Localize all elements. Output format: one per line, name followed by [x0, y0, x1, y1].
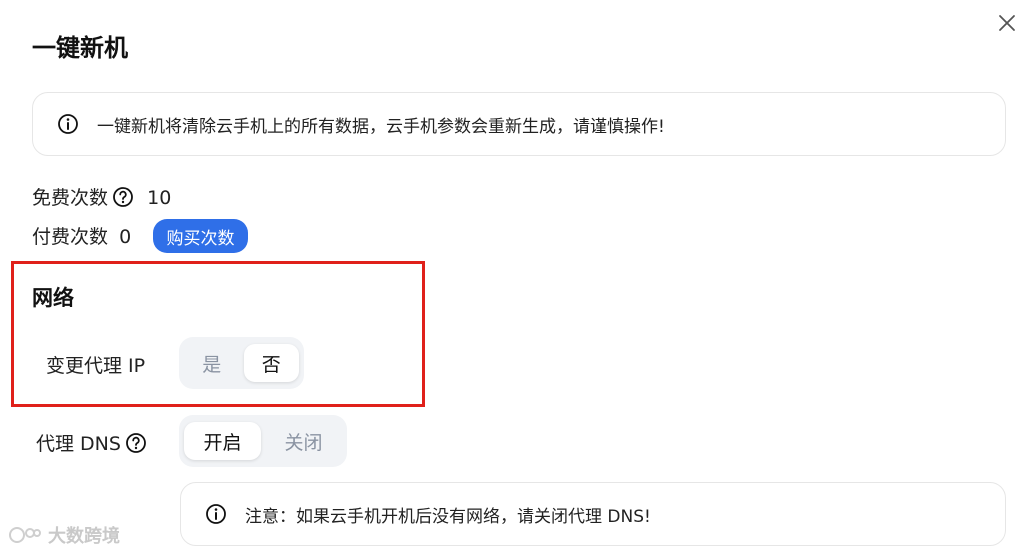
paid-count-label: 付费次数	[32, 226, 109, 248]
info-icon	[206, 504, 226, 524]
paid-count-value: 0	[119, 226, 132, 248]
dns-notice: 注意：如果云手机开机后没有网络，请关闭代理 DNS!	[180, 482, 1006, 546]
help-icon[interactable]	[125, 432, 147, 454]
close-icon[interactable]	[996, 12, 1018, 34]
proxy-ip-toggle: 是 否	[179, 337, 304, 389]
help-icon[interactable]	[112, 186, 134, 208]
proxy-ip-label: 变更代理 IP	[46, 355, 146, 377]
watermark: 大数跨境	[8, 522, 120, 548]
proxy-ip-yes-option[interactable]: 是	[184, 344, 240, 382]
proxy-dns-row: 代理 DNS	[36, 429, 147, 456]
proxy-dns-label: 代理 DNS	[36, 433, 121, 455]
watermark-text: 大数跨境	[48, 526, 120, 547]
free-count-value: 10	[147, 187, 172, 209]
free-count-row: 免费次数 10	[32, 183, 171, 210]
watermark-logo-icon	[9, 527, 41, 543]
free-count-label: 免费次数	[32, 187, 109, 209]
dialog-title: 一键新机	[32, 34, 128, 62]
paid-count-row: 付费次数 0	[32, 222, 131, 249]
proxy-dns-on-option[interactable]: 开启	[184, 422, 261, 460]
warning-text: 一键新机将清除云手机上的所有数据，云手机参数会重新生成，请谨慎操作!	[97, 116, 665, 137]
proxy-dns-toggle: 开启 关闭	[179, 415, 347, 467]
proxy-dns-off-option[interactable]: 关闭	[265, 422, 342, 460]
info-icon	[58, 114, 78, 134]
buy-count-button[interactable]: 购买次数	[153, 219, 248, 253]
network-section-title: 网络	[32, 286, 74, 310]
warning-notice: 一键新机将清除云手机上的所有数据，云手机参数会重新生成，请谨慎操作!	[32, 92, 1006, 156]
proxy-ip-no-option[interactable]: 否	[243, 344, 299, 382]
dns-notice-text: 注意：如果云手机开机后没有网络，请关闭代理 DNS!	[245, 506, 651, 527]
